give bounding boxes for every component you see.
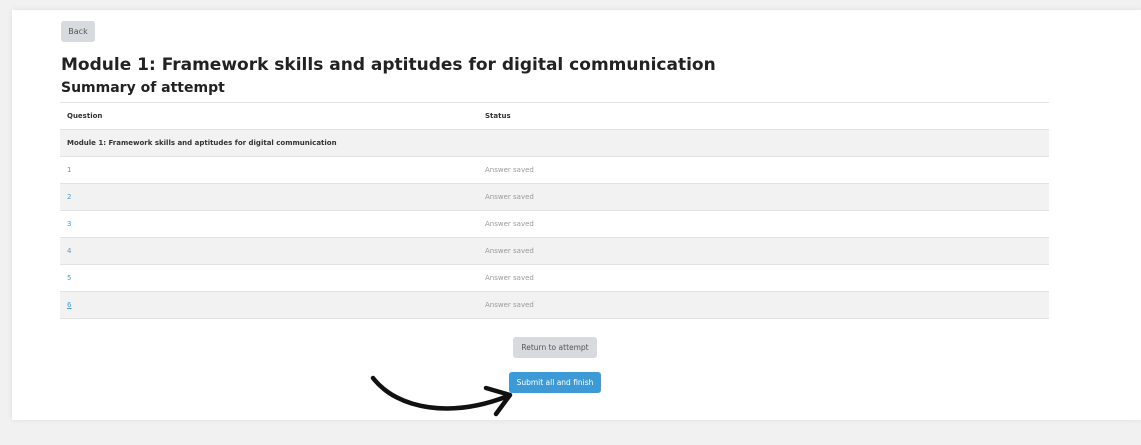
- section-label: Module 1: Framework skills and aptitudes…: [60, 129, 1049, 157]
- curved-arrow-icon: [370, 375, 513, 417]
- table-row: 1 Answer saved: [60, 156, 1049, 184]
- page-title: Module 1: Framework skills and aptitudes…: [61, 55, 716, 75]
- summary-table: Question Status Module 1: Framework skil…: [60, 102, 1049, 319]
- section-row: Module 1: Framework skills and aptitudes…: [60, 129, 1049, 157]
- table-row: 3 Answer saved: [60, 210, 1049, 238]
- status-cell: Answer saved: [485, 156, 1049, 184]
- return-to-attempt-button[interactable]: Return to attempt: [513, 337, 597, 358]
- status-cell: Answer saved: [485, 237, 1049, 265]
- status-cell: Answer saved: [485, 291, 1049, 319]
- question-link-1[interactable]: 1: [67, 166, 71, 174]
- table-row: 4 Answer saved: [60, 237, 1049, 265]
- question-link-4[interactable]: 4: [67, 247, 71, 255]
- status-cell: Answer saved: [485, 210, 1049, 238]
- submit-all-and-finish-button[interactable]: Submit all and finish: [509, 372, 601, 393]
- question-link-6[interactable]: 6: [67, 301, 71, 309]
- question-column-header: Question: [60, 102, 485, 130]
- attempt-summary-page: Back Module 1: Framework skills and apti…: [12, 10, 1141, 420]
- back-button[interactable]: Back: [61, 21, 95, 42]
- status-column-header: Status: [485, 102, 1049, 130]
- table-header-row: Question Status: [60, 102, 1049, 130]
- status-cell: Answer saved: [485, 264, 1049, 292]
- question-link-5[interactable]: 5: [67, 274, 71, 282]
- table-row: 2 Answer saved: [60, 183, 1049, 211]
- table-row: 5 Answer saved: [60, 264, 1049, 292]
- status-cell: Answer saved: [485, 183, 1049, 211]
- summary-heading: Summary of attempt: [61, 80, 225, 96]
- question-link-3[interactable]: 3: [67, 220, 71, 228]
- table-row: 6 Answer saved: [60, 291, 1049, 319]
- question-link-2[interactable]: 2: [67, 193, 71, 201]
